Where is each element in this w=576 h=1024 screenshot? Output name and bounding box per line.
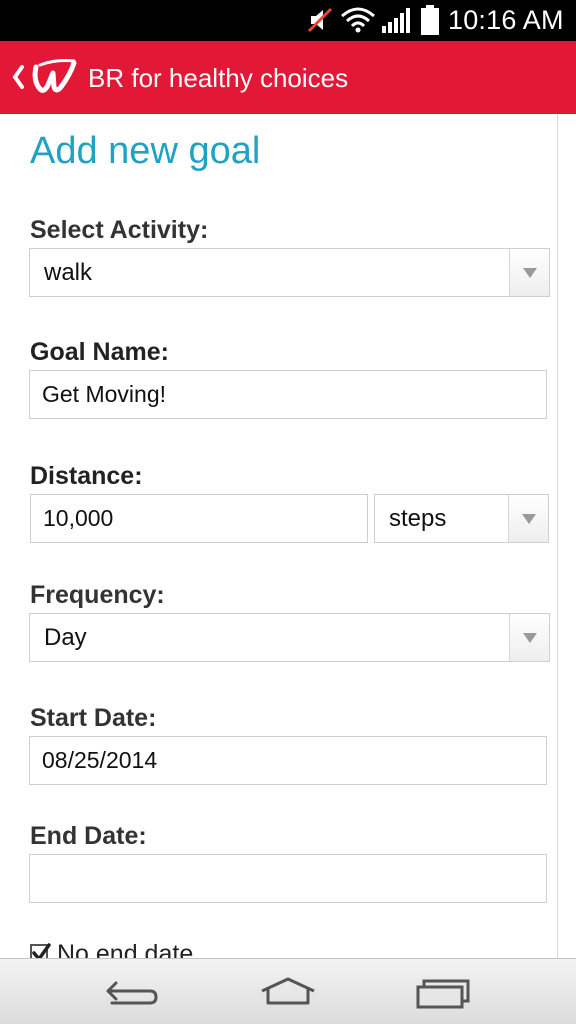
unit-dropdown-button[interactable]: [508, 495, 548, 542]
page-title: Add new goal: [30, 130, 261, 172]
distance-value: 10,000: [43, 505, 114, 531]
start-date-label: Start Date:: [30, 704, 157, 732]
add-goal-form: Add new goal Select Activity: walk Goal …: [0, 114, 576, 958]
checkmark-icon: [32, 943, 51, 958]
goal-name-value: Get Moving!: [42, 381, 166, 407]
start-date-value: 08/25/2014: [42, 747, 158, 773]
activity-select[interactable]: walk: [29, 248, 550, 297]
distance-input[interactable]: 10,000: [30, 494, 368, 543]
no-end-date-checkbox[interactable]: [30, 943, 51, 958]
distance-label: Distance:: [30, 462, 143, 490]
home-icon[interactable]: [258, 973, 318, 1011]
goal-name-input[interactable]: Get Moving!: [29, 370, 547, 419]
chevron-down-icon: [523, 633, 537, 643]
frequency-dropdown-button[interactable]: [509, 614, 549, 661]
back-chevron-icon[interactable]: [10, 61, 26, 93]
signal-icon: [382, 8, 410, 33]
distance-unit-value: steps: [389, 505, 447, 532]
end-date-label: End Date:: [30, 822, 147, 850]
frequency-select[interactable]: Day: [29, 613, 550, 662]
app-title: BR for healthy choices: [88, 63, 349, 93]
activity-select-value: walk: [44, 259, 93, 286]
recent-apps-icon[interactable]: [414, 973, 474, 1011]
no-end-date-label: No end date: [57, 940, 194, 958]
battery-icon: [421, 5, 439, 35]
app-bar: BR for healthy choices: [0, 41, 576, 114]
end-date-input[interactable]: [29, 854, 547, 903]
status-time: 10:16 AM: [448, 5, 564, 35]
scrollbar-track: [557, 114, 558, 958]
chevron-down-icon: [523, 268, 537, 278]
walgreens-w-logo[interactable]: [30, 55, 78, 99]
status-bar: 10:16 AM: [0, 0, 576, 41]
chevron-down-icon: [522, 514, 536, 524]
start-date-input[interactable]: 08/25/2014: [29, 736, 547, 785]
back-icon[interactable]: [102, 973, 162, 1011]
activity-dropdown-button[interactable]: [509, 249, 549, 296]
goal-name-label: Goal Name:: [30, 338, 169, 366]
frequency-label: Frequency:: [30, 581, 165, 609]
select-activity-label: Select Activity:: [30, 216, 209, 244]
frequency-select-value: Day: [44, 624, 87, 651]
distance-unit-select[interactable]: steps: [374, 494, 549, 543]
system-nav-bar: [0, 958, 576, 1024]
wifi-icon: [341, 7, 375, 33]
mute-icon: [307, 7, 333, 33]
